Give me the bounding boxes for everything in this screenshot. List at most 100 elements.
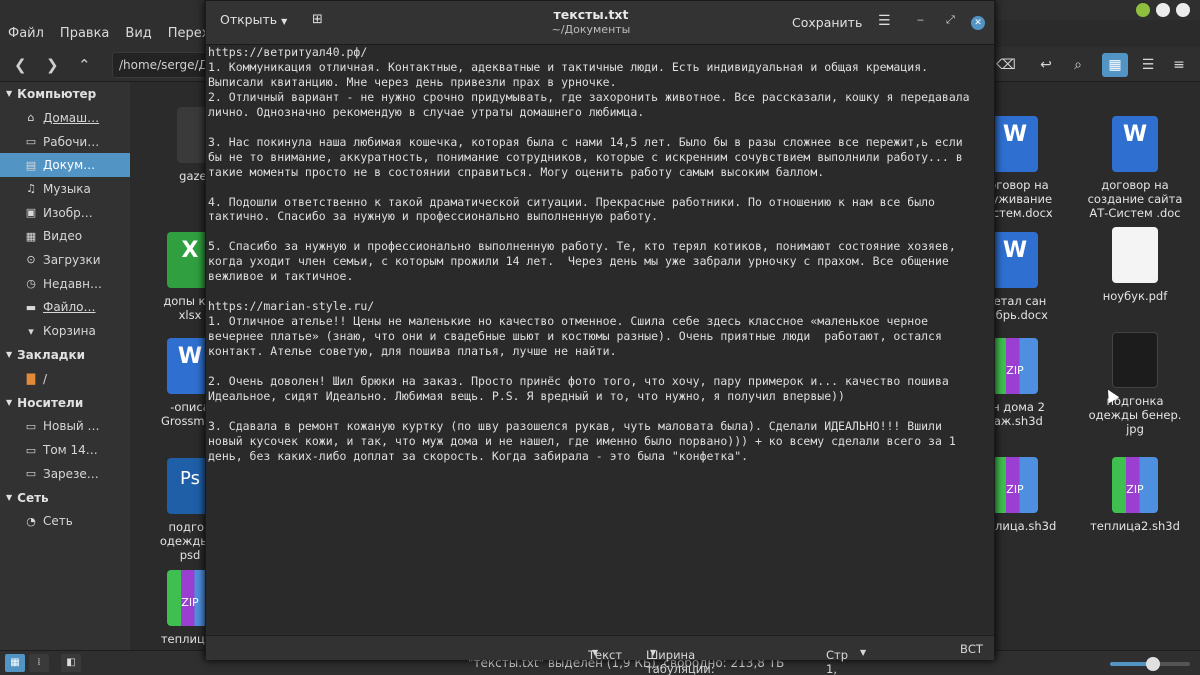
text-line — [208, 120, 992, 135]
zoom-slider-handle[interactable] — [1146, 657, 1160, 671]
sidebar-item-drive-1[interactable]: ▭ Новый … — [0, 415, 130, 439]
image-thumbnail-icon — [1112, 332, 1158, 388]
maximize-icon[interactable]: ⤢ — [946, 13, 955, 27]
chevron-down-icon: ▼ — [281, 17, 288, 26]
text-line: новый кусочек кожи, и так, что муж дома … — [208, 433, 956, 448]
list-view-icon[interactable]: ☰ — [1135, 53, 1161, 77]
text-line: 1. Коммуникация отличная. Контактные, ад… — [208, 59, 929, 74]
video-icon: ▦ — [25, 229, 37, 243]
pdf-icon — [1112, 227, 1158, 283]
grid-view-icon[interactable]: ▦ — [1102, 53, 1128, 77]
word-document-icon — [1112, 116, 1158, 172]
sidebar-item-network[interactable]: ◔ Сеть — [0, 510, 130, 534]
sidebar-item-downloads[interactable]: ⊙ Загрузки — [0, 248, 130, 272]
insert-mode[interactable]: ВСТ — [960, 642, 983, 656]
text-line — [208, 359, 992, 374]
forward-arrow-icon[interactable]: ❯ — [46, 56, 59, 74]
drive-icon: ▭ — [25, 467, 37, 481]
sidebar-item-video[interactable]: ▦ Видео — [0, 224, 130, 248]
fm-close-button[interactable] — [1176, 3, 1190, 17]
text-line: 5. Спасибо за нужную и профессионально в… — [208, 239, 956, 254]
hamburger-menu-icon[interactable]: ☰ — [878, 13, 891, 29]
sidebar-item-drive-3[interactable]: ▭ Зарезе… — [0, 462, 130, 486]
sidebar-item-filesystem[interactable]: ▬ Файло… — [0, 296, 130, 320]
places-toggle-icon[interactable]: ▦ — [5, 654, 25, 672]
text-line: такие моменты просто не в состоянии спра… — [208, 164, 825, 179]
text-line: вечернее платье» (знаю, что они и свадеб… — [208, 329, 942, 344]
sidebar-item-home[interactable]: ⌂ Домаш… — [0, 106, 130, 130]
file-item[interactable]: ноубук.pdf — [1080, 227, 1190, 303]
sidebar-item-recent[interactable]: ◷ Недавн… — [0, 272, 130, 296]
text-line — [208, 284, 992, 299]
expand-triangle-icon: ▼ — [6, 89, 13, 98]
sidebar-item-music[interactable]: ♫ Музыка — [0, 177, 130, 201]
file-item[interactable]: подгонка одежды бенер. jpg — [1080, 332, 1190, 436]
sidebar-section-bookmarks[interactable]: ▼ Закладки — [0, 343, 130, 367]
compact-view-icon[interactable]: ≡ — [1166, 53, 1192, 77]
text-line: 3. Сдавала в ремонт кожаную куртку (по ш… — [208, 418, 942, 433]
file-item[interactable]: договор на создание сайта АТ-Систем .doc — [1080, 116, 1190, 220]
text-line — [208, 404, 992, 419]
menu-file[interactable]: Файл — [8, 26, 44, 41]
sidebar-item-desktop[interactable]: ▭ Рабочи… — [0, 130, 130, 154]
save-button[interactable]: Сохранить — [792, 15, 862, 30]
folder-icon: ▇ — [26, 372, 36, 386]
sidebar-item-drive-2[interactable]: ▭ Том 14… — [0, 438, 130, 462]
chevron-down-icon: ▼ — [592, 648, 599, 657]
drive-icon: ▭ — [25, 443, 37, 457]
trash-icon: ▾ — [28, 324, 34, 338]
text-editor-window: Открыть ▼ ⊞ тексты.txt ~/Документы Сохран… — [205, 0, 995, 675]
menu-view[interactable]: Вид — [125, 26, 151, 41]
expand-triangle-icon: ▼ — [6, 349, 13, 359]
up-arrow-icon[interactable]: ⌃ — [78, 56, 91, 74]
text-line: 1. Отличное ателье!! Цены не маленькие н… — [208, 314, 929, 329]
open-button[interactable]: Открыть ▼ — [220, 12, 287, 27]
menu-edit[interactable]: Правка — [60, 26, 109, 41]
fm-minimize-button[interactable] — [1136, 3, 1150, 17]
minimize-icon[interactable]: ‒ — [917, 13, 924, 26]
downloads-icon: ⊙ — [26, 253, 36, 267]
text-line: 2. Очень доволен! Шил брюки на заказ. Пр… — [208, 373, 949, 388]
text-line: день, без каких-либо доплат за скорость.… — [208, 448, 749, 463]
back-arrow-icon[interactable]: ❮ — [14, 56, 27, 74]
music-icon: ♫ — [26, 182, 36, 196]
hide-sidebar-icon[interactable]: ◧ — [61, 654, 81, 672]
text-line: вежливое и тактичное. — [208, 269, 354, 284]
word-document-icon — [992, 232, 1038, 288]
fm-maximize-button[interactable] — [1156, 3, 1170, 17]
text-line: контакт. Ателье советую, для пошива плат… — [208, 344, 617, 359]
sidebar-section-computer[interactable]: ▼ Компьютер — [0, 82, 130, 106]
documents-icon: ▤ — [25, 158, 37, 172]
file-item[interactable]: теплица2.sh3d — [1080, 457, 1190, 533]
sidebar-item-trash[interactable]: ▾ Корзина — [0, 319, 130, 343]
sidebar-section-devices[interactable]: ▼ Носители — [0, 391, 130, 415]
new-document-icon[interactable]: ⊞ — [312, 12, 323, 27]
search-icon[interactable]: ⌕ — [1065, 53, 1091, 77]
text-line: бы не то внимание, аккуратность, пониман… — [208, 149, 963, 164]
zoom-slider[interactable] — [1110, 657, 1190, 671]
editor-headerbar: Открыть ▼ ⊞ тексты.txt ~/Документы Сохран… — [206, 1, 994, 45]
text-line — [208, 180, 992, 195]
fm-menubar: Файл Правка Вид Переход — [0, 20, 226, 47]
toggle-location-icon[interactable]: ↩ — [1033, 53, 1059, 77]
tree-toggle-icon[interactable]: ⁞ — [29, 654, 49, 672]
filesystem-icon: ▬ — [25, 300, 37, 314]
sidebar: ▼ Компьютер ⌂ Домаш… ▭ Рабочи… ▤ Докум… ♫ Муз… — [0, 82, 130, 650]
desktop-icon: ▭ — [25, 135, 37, 149]
sidebar-item-root[interactable]: ▇ / — [0, 367, 130, 391]
sidebar-item-documents[interactable]: ▤ Докум… — [0, 153, 130, 178]
text-editor-area[interactable]: https://ветритуал40.рф/1. Коммуникация о… — [206, 45, 994, 634]
zip-archive-icon — [992, 338, 1038, 394]
window-title: тексты.txt — [553, 7, 629, 22]
sidebar-section-network[interactable]: ▼ Сеть — [0, 486, 130, 510]
home-icon: ⌂ — [27, 111, 35, 125]
text-line: Идеальное, сидят Идеально. Любимая вещь.… — [208, 388, 845, 403]
sidebar-item-pictures[interactable]: ▣ Изобр… — [0, 201, 130, 225]
text-line: тактично. Спасибо за нужную и профессион… — [208, 209, 659, 224]
drive-icon: ▭ — [25, 419, 37, 433]
clear-path-icon[interactable]: ⌫ — [993, 53, 1019, 77]
zip-archive-icon — [992, 457, 1038, 513]
expand-triangle-icon: ▼ — [6, 492, 13, 502]
chevron-down-icon: ▼ — [650, 648, 657, 657]
close-icon[interactable]: ✕ — [971, 16, 985, 30]
